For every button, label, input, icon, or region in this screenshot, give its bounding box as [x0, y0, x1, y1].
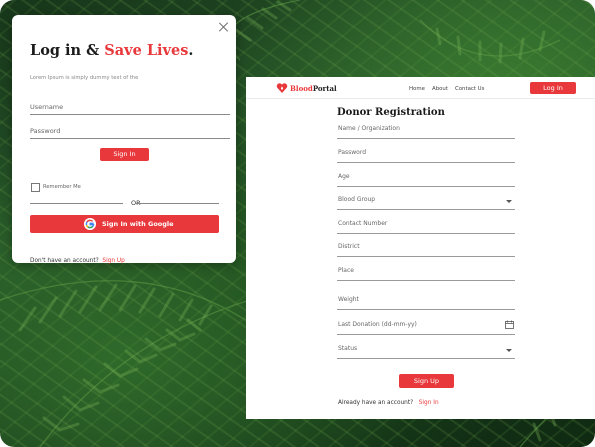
registration-title: Donor Registration	[337, 107, 445, 118]
divider-right	[135, 203, 219, 204]
nav-link-about[interactable]: About	[432, 86, 448, 92]
login-subtitle: Lorem Ipsum is simply dummy text of the	[30, 75, 139, 81]
signin-button[interactable]: Sign In	[100, 148, 149, 161]
registration-panel: BloodPortal Home About Contact Us Log In…	[246, 77, 595, 419]
username-field[interactable]: Username	[30, 101, 230, 115]
signin-link[interactable]: Sign In	[419, 400, 439, 406]
heart-icon	[276, 83, 288, 93]
google-signin-label: Sign In with Google	[102, 220, 174, 228]
nav-link-contact[interactable]: Contact Us	[455, 86, 484, 92]
login-title: Log in & Save Lives.	[30, 42, 194, 59]
calendar-icon[interactable]	[505, 320, 514, 329]
google-icon	[84, 218, 96, 230]
status-select[interactable]: Status	[337, 345, 515, 359]
blood-group-select[interactable]: Blood Group	[337, 196, 515, 210]
weight-field[interactable]: Weight	[337, 296, 515, 310]
close-icon[interactable]	[218, 21, 230, 33]
already-account-text: Already have an account? Sign In	[338, 400, 439, 406]
contact-number-field[interactable]: Contact Number	[337, 220, 515, 234]
remember-me-checkbox[interactable]	[31, 183, 40, 192]
chevron-down-icon	[506, 200, 512, 203]
last-donation-field[interactable]: Last Donation (dd-mm-yy)	[337, 320, 515, 335]
brand-logo[interactable]: BloodPortal	[290, 84, 337, 93]
background-foliage: Log in & Save Lives. Lorem Ipsum is simp…	[0, 0, 595, 447]
divider-left	[30, 203, 123, 204]
login-card: Log in & Save Lives. Lorem Ipsum is simp…	[12, 15, 236, 264]
nav-link-home[interactable]: Home	[409, 86, 425, 92]
no-account-text: Don't have an account? Sign Up	[30, 258, 125, 264]
password-field[interactable]: Password	[30, 125, 230, 139]
chevron-down-icon	[506, 349, 512, 352]
district-field[interactable]: District	[337, 243, 515, 257]
age-field[interactable]: Age	[337, 173, 515, 187]
name-field[interactable]: Name / Organization	[337, 125, 515, 139]
nav-login-button[interactable]: Log In	[530, 82, 576, 94]
register-signup-button[interactable]: Sign Up	[399, 374, 454, 388]
password-field[interactable]: Password	[337, 149, 515, 163]
google-signin-button[interactable]: Sign In with Google	[30, 215, 219, 233]
signup-link[interactable]: Sign Up	[102, 258, 124, 264]
navbar: BloodPortal Home About Contact Us Log In	[246, 77, 595, 99]
place-field[interactable]: Place	[337, 267, 515, 281]
remember-me-label: Remember Me	[43, 184, 81, 190]
